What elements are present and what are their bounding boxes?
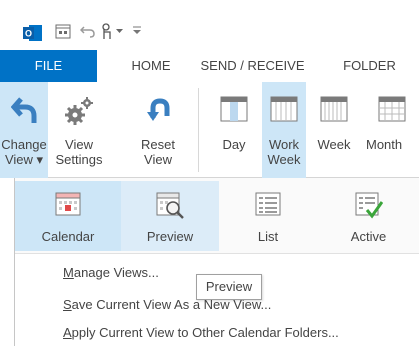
tab-home[interactable]: HOME bbox=[110, 50, 192, 82]
view-active[interactable]: Active bbox=[317, 181, 419, 251]
outlook-icon[interactable]: O bbox=[23, 25, 42, 41]
view-calendar-label: Calendar bbox=[41, 229, 95, 244]
dropdown-icon[interactable] bbox=[116, 29, 123, 34]
touch-mode-icon[interactable] bbox=[99, 23, 113, 40]
calendar-icon[interactable] bbox=[55, 23, 71, 39]
view-preview-label: Preview bbox=[146, 229, 194, 244]
view-settings-sublabel: Settings bbox=[55, 152, 103, 167]
calendar-view-icon bbox=[55, 192, 81, 216]
apply-view-label: pply Current View to Other Calendar Fold… bbox=[71, 325, 339, 340]
view-calendar[interactable]: Calendar bbox=[15, 181, 121, 251]
apply-view-accel: A bbox=[63, 325, 72, 340]
day-button[interactable]: Day bbox=[212, 82, 256, 178]
change-view-label: Change bbox=[1, 137, 47, 152]
reset-view-label: Reset bbox=[141, 137, 175, 152]
week-button[interactable]: Week bbox=[312, 82, 356, 178]
manage-views-accel: M bbox=[63, 265, 74, 280]
save-view-accel: S bbox=[63, 297, 72, 312]
reset-view-sublabel: View bbox=[144, 152, 172, 167]
view-settings-label: View bbox=[65, 137, 93, 152]
apply-view-menu-item[interactable]: Apply Current View to Other Calendar Fol… bbox=[63, 322, 339, 344]
change-view-icon bbox=[11, 97, 37, 123]
work-week-icon bbox=[270, 96, 298, 122]
view-list-label: List bbox=[257, 229, 279, 244]
view-settings-button[interactable]: View Settings bbox=[48, 82, 110, 178]
view-list[interactable]: List bbox=[219, 181, 317, 251]
work-week-label: Work bbox=[268, 137, 300, 152]
view-active-label: Active bbox=[350, 229, 387, 244]
ribbon: Change View ▾ View Settings Reset View Day bbox=[0, 82, 419, 178]
month-button[interactable]: Month bbox=[362, 82, 419, 178]
week-label: Week bbox=[317, 137, 351, 152]
work-week-sublabel: Week bbox=[267, 152, 301, 167]
view-gallery: Calendar Preview List Active bbox=[15, 178, 419, 254]
manage-views-label: anage Views... bbox=[73, 265, 159, 280]
month-label: Month bbox=[366, 137, 403, 152]
tab-send-receive[interactable]: SEND / RECEIVE bbox=[190, 50, 315, 82]
ribbon-separator bbox=[198, 88, 199, 172]
gear-icon bbox=[65, 97, 93, 125]
view-preview[interactable]: Preview bbox=[121, 181, 219, 251]
tab-folder[interactable]: FOLDER bbox=[322, 50, 417, 82]
ribbon-tabs: FILE HOME SEND / RECEIVE FOLDER bbox=[0, 50, 419, 82]
change-view-dropdown: Calendar Preview List Active Manage View… bbox=[14, 178, 419, 346]
day-label: Day bbox=[222, 137, 246, 152]
work-week-button[interactable]: Work Week bbox=[262, 82, 306, 178]
quick-access-toolbar: O bbox=[0, 0, 419, 50]
customize-icon[interactable] bbox=[133, 26, 141, 35]
change-view-sublabel: View ▾ bbox=[4, 152, 44, 167]
manage-views-menu-item[interactable]: Manage Views... bbox=[63, 262, 159, 284]
day-view-icon bbox=[220, 96, 248, 122]
change-view-button[interactable]: Change View ▾ bbox=[0, 82, 48, 178]
tab-file[interactable]: FILE bbox=[0, 50, 97, 82]
week-view-icon bbox=[320, 96, 348, 122]
active-view-icon bbox=[355, 192, 383, 219]
preview-tooltip: Preview bbox=[196, 274, 262, 300]
month-view-icon bbox=[378, 96, 406, 122]
outlook-badge: O bbox=[25, 29, 32, 39]
undo-icon[interactable] bbox=[80, 23, 96, 39]
reset-view-button[interactable]: Reset View bbox=[134, 82, 182, 178]
reset-view-icon bbox=[147, 98, 170, 121]
preview-view-icon bbox=[156, 192, 184, 219]
list-view-icon bbox=[255, 192, 281, 216]
